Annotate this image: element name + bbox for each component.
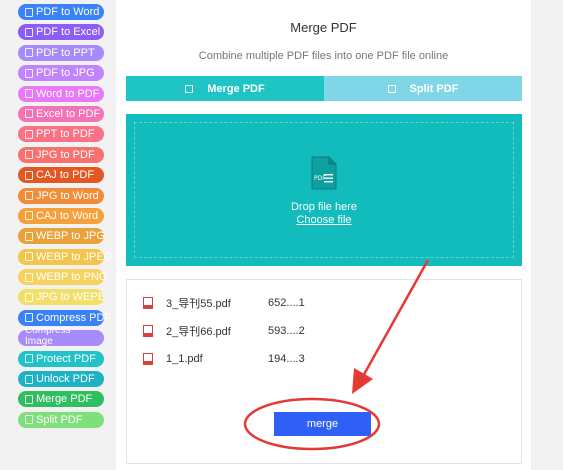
document-icon [25, 394, 33, 404]
sidebar-item-label: PPT to PDF [36, 128, 95, 141]
file-name: 2_导刊66.pdf [166, 326, 231, 338]
sidebar-item-label: JPG to PDF [36, 148, 95, 161]
sidebar-item-jpg-to-pdf[interactable]: JPG to PDF [18, 146, 104, 163]
main-panel: Merge PDF Combine multiple PDF files int… [116, 0, 531, 470]
sidebar-item-label: WEBP to PNG [36, 271, 108, 284]
pdf-icon [143, 353, 153, 365]
sidebar-item-compress-pdf[interactable]: Compress PDF [18, 309, 111, 326]
sidebar-item-label: PDF to JPG [36, 67, 95, 80]
drop-zone[interactable]: PDF Drop file here Choose file [126, 114, 522, 266]
drop-zone-border [134, 122, 514, 258]
sidebar-item-compress-image[interactable]: Compress Image [18, 325, 104, 347]
document-icon [25, 89, 33, 99]
tab-split-pdf[interactable]: Split PDF [324, 76, 522, 101]
file-size: 593....2 [268, 325, 305, 337]
sidebar-item-webp-to-jpeg[interactable]: WEBP to JPEG [18, 248, 112, 265]
document-icon [25, 68, 33, 78]
pdf-icon [143, 325, 153, 337]
sidebar-item-jpg-to-wepb[interactable]: JPG to WEPB [18, 289, 106, 306]
page-subtitle: Combine multiple PDF files into one PDF … [198, 50, 449, 62]
file-name: 3_导刊55.pdf [166, 298, 231, 310]
sidebar-item-merge-pdf[interactable]: Merge PDF [18, 391, 104, 408]
document-icon [25, 252, 33, 262]
sidebar-item-label: Compress PDF [36, 311, 112, 324]
sidebar-item-label: Word to PDF [36, 87, 100, 100]
sidebar-item-webp-to-png[interactable]: WEBP to PNG [18, 269, 108, 286]
sidebar-item-pdf-to-excel[interactable]: PDF to Excel [18, 24, 104, 41]
document-icon [25, 7, 33, 17]
file-list: 3_导刊55.pdf 652....1 2_导刊66.pdf 593....2 … [126, 279, 522, 464]
document-icon [25, 272, 33, 282]
sidebar-item-label: JPG to WEPB [36, 291, 106, 304]
document-icon [25, 150, 33, 160]
sidebar-item-split-pdf[interactable]: Split PDF [18, 411, 104, 428]
document-icon [25, 292, 33, 302]
file-name: 1_1.pdf [166, 353, 203, 365]
document-icon [387, 84, 396, 93]
sidebar-item-label: CAJ to PDF [36, 169, 95, 182]
sidebar-item-excel-to-pdf[interactable]: Excel to PDF [18, 105, 104, 122]
sidebar-item-label: Unlock PDF [36, 373, 95, 386]
document-icon [25, 354, 33, 364]
document-icon [25, 109, 33, 119]
tab-bar: Merge PDF Split PDF [126, 76, 522, 101]
sidebar-item-label: Excel to PDF [36, 107, 101, 120]
tab-label: Merge PDF [207, 82, 265, 95]
tab-merge-pdf[interactable]: Merge PDF [126, 76, 324, 101]
document-icon [25, 374, 33, 384]
sidebar-item-label: WEBP to JPEG [36, 250, 113, 263]
sidebar-item-label: PDF to Word [36, 6, 100, 18]
document-icon [25, 129, 33, 139]
document-icon [25, 415, 33, 425]
sidebar-item-label: PDF to Excel [36, 26, 101, 39]
file-size: 652....1 [268, 297, 305, 309]
sidebar-item-unlock-pdf[interactable]: Unlock PDF [18, 371, 104, 388]
document-icon [25, 313, 33, 323]
document-icon [25, 211, 33, 221]
sidebar-item-pdf-to-jpg[interactable]: PDF to JPG [18, 65, 104, 82]
sidebar-item-label: JPG to Word [36, 189, 99, 202]
sidebar-item-protect-pdf[interactable]: Protect PDF [18, 350, 104, 367]
sidebar-item-pdf-to-word[interactable]: PDF to Word [18, 4, 104, 20]
drop-file-text: Drop file here [290, 201, 358, 213]
pdf-file-icon: PDF [311, 156, 337, 190]
sidebar-item-label: Merge PDF [36, 393, 93, 406]
pdf-icon [143, 297, 153, 309]
file-item[interactable]: 2_导刊66.pdf 593....2 [143, 324, 305, 338]
sidebar: PDF to Word PDF to Excel PDF to PPT PDF to … [18, 4, 112, 432]
merge-button[interactable]: merge [274, 412, 371, 436]
page-title: Merge PDF [290, 20, 357, 35]
document-icon [25, 191, 33, 201]
file-size: 194....3 [268, 353, 305, 365]
sidebar-item-jpg-to-word[interactable]: JPG to Word [18, 187, 104, 204]
sidebar-item-label: Compress Image [25, 325, 71, 348]
sidebar-item-label: Protect PDF [36, 352, 96, 365]
sidebar-item-word-to-pdf[interactable]: Word to PDF [18, 85, 104, 102]
sidebar-item-caj-to-word[interactable]: CAJ to Word [18, 207, 104, 224]
sidebar-item-label: Split PDF [36, 413, 83, 426]
sidebar-item-webp-to-jpg[interactable]: WEBP to JPG [18, 228, 105, 245]
sidebar-item-label: CAJ to Word [36, 209, 99, 222]
choose-file-link[interactable]: Choose file [126, 214, 522, 226]
tab-label: Split PDF [409, 82, 459, 95]
document-icon [25, 231, 33, 241]
file-item[interactable]: 3_导刊55.pdf 652....1 [143, 296, 305, 310]
document-icon [25, 170, 33, 180]
file-item[interactable]: 1_1.pdf 194....3 [143, 352, 305, 366]
sidebar-item-ppt-to-pdf[interactable]: PPT to PDF [18, 126, 104, 143]
document-icon [25, 48, 33, 58]
sidebar-item-caj-to-pdf[interactable]: CAJ to PDF [18, 167, 104, 184]
sidebar-item-label: PDF to PPT [36, 46, 95, 59]
document-icon [185, 84, 194, 93]
sidebar-item-pdf-to-ppt[interactable]: PDF to PPT [18, 44, 104, 61]
sidebar-item-label: WEBP to JPG [36, 230, 105, 243]
document-icon [25, 27, 33, 37]
